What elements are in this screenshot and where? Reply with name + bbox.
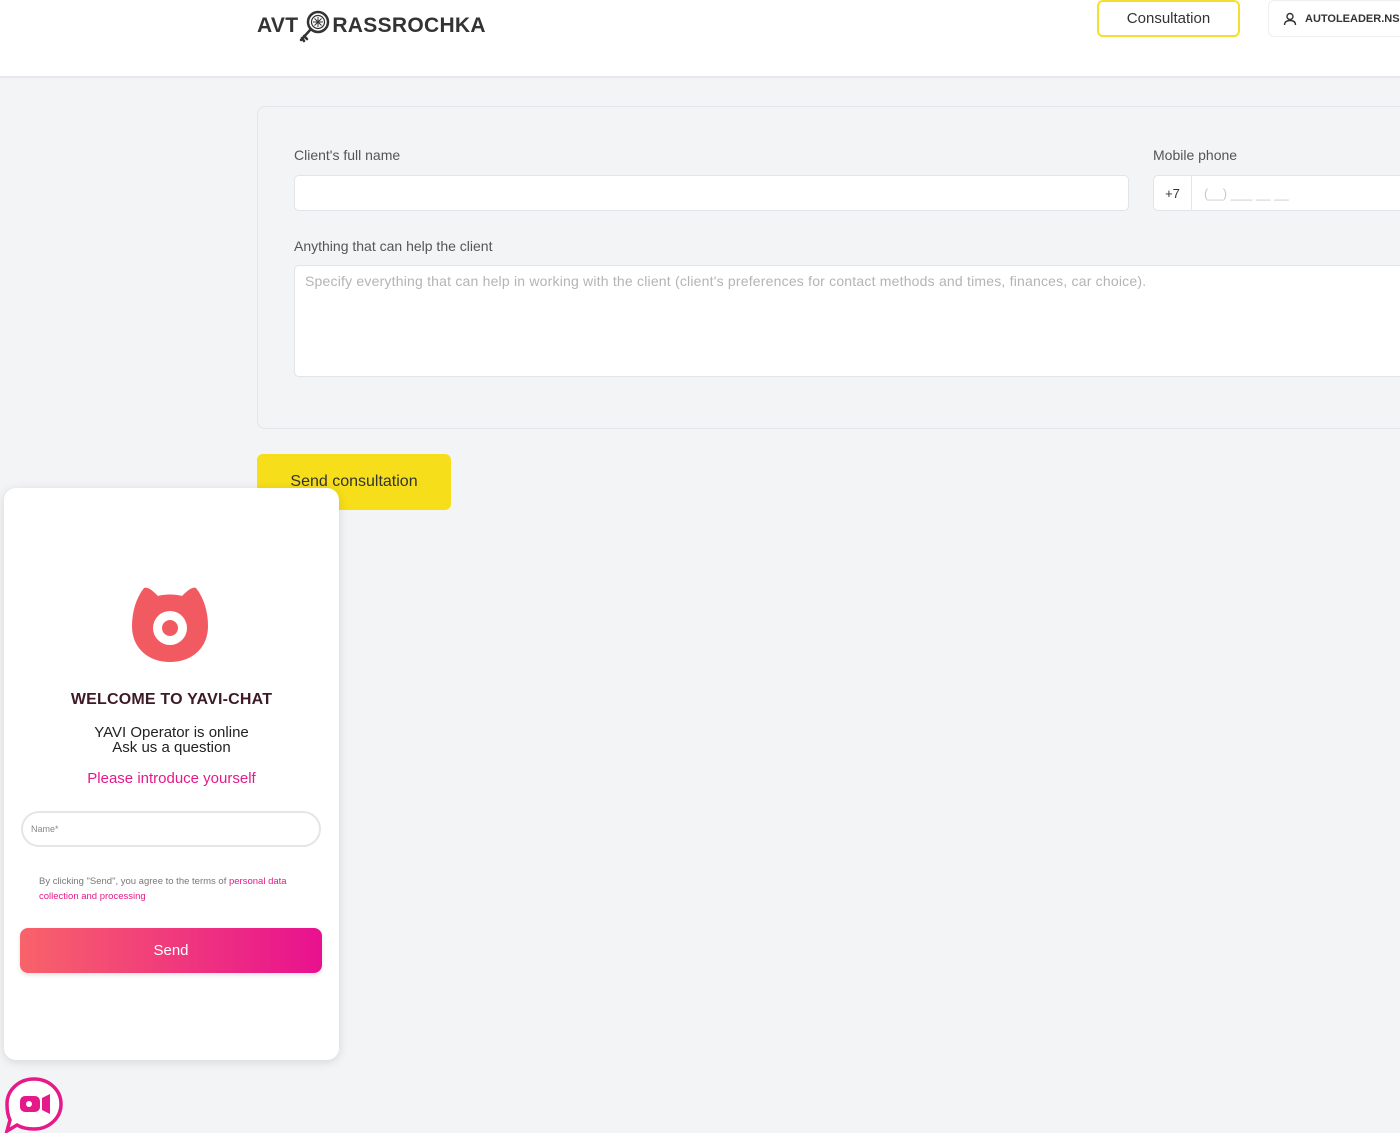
account-label: AUTOLEADER.NSK — [1305, 12, 1400, 25]
terms-prefix: By clicking "Send", you agree to the ter… — [39, 876, 229, 887]
mobile-phone-input[interactable] — [1192, 176, 1400, 210]
top-header: AVT RASSROCHKA Consultation AUTOLEADER.N… — [0, 0, 1400, 78]
chat-ask-question: Ask us a question — [112, 739, 231, 756]
full-name-label: Client's full name — [294, 147, 401, 163]
notes-textarea[interactable] — [294, 265, 1400, 377]
notes-label: Anything that can help the client — [294, 238, 493, 254]
full-name-input[interactable] — [294, 175, 1129, 211]
chat-widget: WELCOME TO YAVI-CHAT YAVI Operator is on… — [4, 488, 339, 1060]
chat-welcome-title: WELCOME TO YAVI-CHAT — [70, 691, 273, 708]
mobile-phone-field: +7 — [1153, 175, 1400, 211]
phone-country-code[interactable]: +7 — [1154, 176, 1192, 210]
mobile-phone-label: Mobile phone — [1153, 147, 1238, 163]
site-logo[interactable]: AVT RASSROCHKA — [257, 6, 486, 46]
chat-launcher-icon[interactable] — [4, 1076, 64, 1133]
chat-send-button[interactable]: Send — [20, 928, 322, 973]
chat-introduce-prompt: Please introduce yourself — [87, 770, 256, 787]
consultation-button[interactable]: Consultation — [1097, 0, 1240, 37]
logo-text-right: RASSROCHKA — [332, 14, 486, 37]
key-icon — [300, 10, 330, 43]
logo-text-left: AVT — [257, 14, 299, 37]
user-icon — [1283, 12, 1297, 25]
yavi-mascot-icon — [132, 587, 208, 662]
account-menu[interactable]: AUTOLEADER.NSK — [1268, 0, 1400, 37]
chat-terms-text: By clicking "Send", you agree to the ter… — [39, 874, 309, 904]
chat-name-input[interactable] — [21, 811, 321, 847]
